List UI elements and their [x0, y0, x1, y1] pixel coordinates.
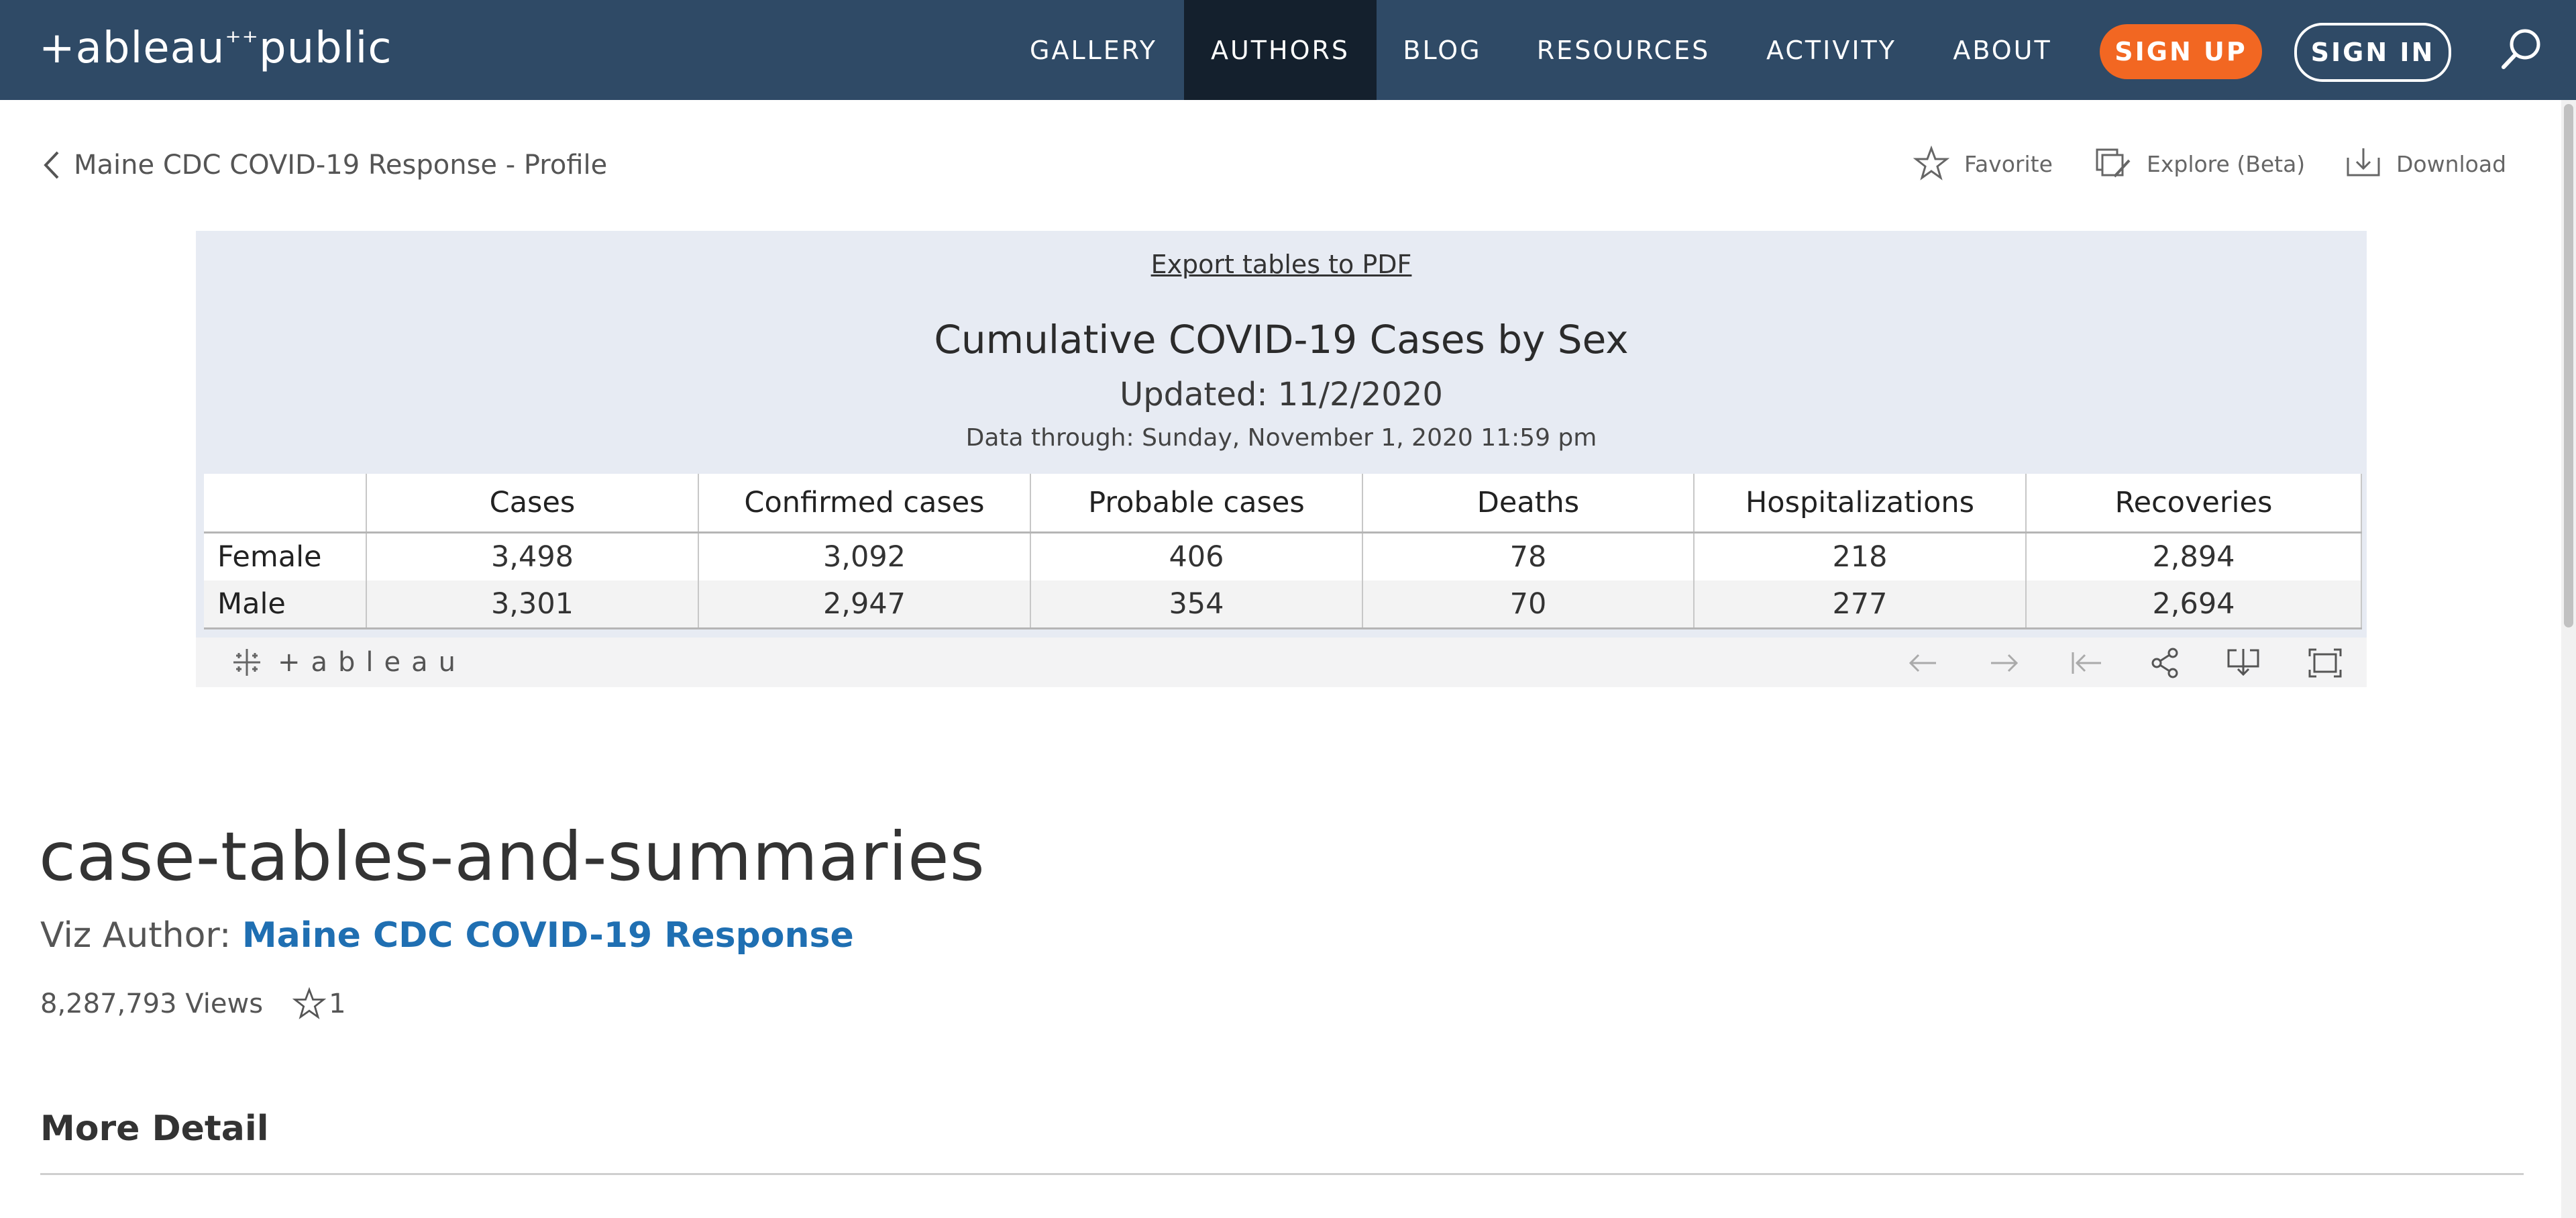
- sign-up-button[interactable]: SIGN UP: [2100, 24, 2262, 79]
- author-link[interactable]: Maine CDC COVID-19 Response: [242, 915, 854, 956]
- undo-arrow-icon[interactable]: [1904, 644, 1941, 682]
- redo-arrow-icon[interactable]: [1986, 644, 2023, 682]
- nav-item-label: ACTIVITY: [1766, 35, 1896, 65]
- viz-toolbar: +ableau: [196, 638, 2367, 687]
- explore-edit-icon: [2096, 148, 2131, 178]
- column-header: Confirmed cases: [698, 474, 1031, 534]
- table-cell: 218: [1694, 532, 2027, 580]
- column-header: [204, 474, 367, 534]
- fullscreen-icon[interactable]: [2306, 644, 2344, 682]
- logo-text-public: public: [258, 23, 392, 73]
- author-prefix: Viz Author:: [40, 915, 242, 956]
- column-header: Recoveries: [2026, 474, 2362, 534]
- nav-item-resources[interactable]: RESOURCES: [1523, 0, 1724, 100]
- table-cell: 3,301: [366, 580, 699, 629]
- download-button[interactable]: Download: [2345, 144, 2506, 184]
- sign-in-label: SIGN IN: [2310, 38, 2435, 67]
- logo-text-tableau: +ableau: [39, 23, 225, 73]
- tableau-public-logo[interactable]: +ableau ⁺⁺ public: [39, 15, 392, 82]
- viz-stats: 8,287,793 Views 1: [40, 985, 346, 1023]
- nav-item-label: RESOURCES: [1536, 35, 1711, 65]
- viz-name-heading: case-tables-and-summaries: [39, 817, 985, 896]
- star-icon: [292, 987, 327, 1019]
- download-label: Download: [2396, 150, 2507, 177]
- column-header: Probable cases: [1030, 474, 1363, 534]
- download-icon[interactable]: [2224, 644, 2262, 682]
- nav-item-label: ABOUT: [1953, 35, 2052, 65]
- table-header-row: Cases Confirmed cases Probable cases Dea…: [204, 474, 2362, 534]
- star-icon: [1913, 146, 1949, 181]
- table-row: Male 3,301 2,947 354 70 277 2,694: [204, 580, 2362, 629]
- back-to-profile-link[interactable]: Maine CDC COVID-19 Response - Profile: [43, 145, 607, 185]
- search-icon[interactable]: [2496, 24, 2546, 75]
- revert-icon[interactable]: [2068, 644, 2105, 682]
- back-link-label: Maine CDC COVID-19 Response - Profile: [74, 150, 608, 181]
- tableau-cross-icon: [233, 649, 260, 676]
- favorites-count[interactable]: 1: [292, 987, 346, 1021]
- table-cell: 3,498: [366, 532, 699, 580]
- explore-label: Explore (Beta): [2147, 150, 2306, 177]
- favorites-number: 1: [329, 988, 346, 1019]
- nav-item-label: AUTHORS: [1210, 35, 1350, 65]
- table-cell: 277: [1694, 580, 2027, 629]
- nav-item-gallery[interactable]: GALLERY: [1006, 0, 1181, 100]
- table-cell: 70: [1362, 580, 1695, 629]
- views-count: 8,287,793 Views: [40, 988, 264, 1019]
- row-label: Female: [204, 532, 367, 580]
- table-cell: 406: [1030, 532, 1363, 580]
- viz-title: Cumulative COVID-19 Cases by Sex: [934, 317, 1629, 362]
- explore-beta-button[interactable]: Explore (Beta): [2094, 144, 2305, 184]
- table-row: Female 3,498 3,092 406 78 218 2,894: [204, 532, 2362, 580]
- export-pdf-label[interactable]: Export tables to PDF: [1151, 250, 1412, 279]
- share-icon[interactable]: [2147, 644, 2184, 682]
- table-cell: 354: [1030, 580, 1363, 629]
- sign-up-label: SIGN UP: [2114, 37, 2247, 66]
- top-navigation-bar: +ableau ⁺⁺ public GALLERY AUTHORS BLOG R…: [0, 0, 2576, 100]
- column-header: Cases: [366, 474, 699, 534]
- embedded-viz: Export tables to PDF Cumulative COVID-19…: [196, 231, 2367, 687]
- viz-data-through: Data through: Sunday, November 1, 2020 1…: [965, 424, 1597, 452]
- nav-item-label: BLOG: [1403, 35, 1482, 65]
- download-icon: [2347, 148, 2380, 176]
- divider: [40, 1173, 2524, 1175]
- toolbar-logo-text: +ableau: [278, 647, 467, 678]
- export-pdf-link[interactable]: Export tables to PDF: [196, 250, 2367, 279]
- table-cell: 2,894: [2026, 532, 2362, 580]
- more-detail-heading: More Detail: [40, 1109, 269, 1149]
- nav-item-authors[interactable]: AUTHORS: [1184, 0, 1377, 100]
- table-cell: 78: [1362, 532, 1695, 580]
- chevron-left-icon: [44, 151, 59, 179]
- favorite-button[interactable]: Favorite: [1913, 144, 2053, 184]
- nav-item-blog[interactable]: BLOG: [1382, 0, 1503, 100]
- cases-by-sex-table: Cases Confirmed cases Probable cases Dea…: [204, 474, 2362, 629]
- column-header: Deaths: [1362, 474, 1695, 534]
- nav-item-activity[interactable]: ACTIVITY: [1744, 0, 1919, 100]
- column-header: Hospitalizations: [1694, 474, 2027, 534]
- table-cell: 2,947: [698, 580, 1031, 629]
- table-cell: 2,694: [2026, 580, 2362, 629]
- favorite-label: Favorite: [1964, 150, 2053, 177]
- scrollbar-thumb[interactable]: [2564, 104, 2573, 627]
- nav-item-label: GALLERY: [1030, 35, 1157, 65]
- nav-item-about[interactable]: ABOUT: [1939, 0, 2066, 100]
- tableau-toolbar-logo[interactable]: +ableau: [229, 644, 466, 680]
- sparkle-icon: ⁺⁺: [225, 23, 259, 60]
- row-label: Male: [204, 580, 367, 629]
- table-cell: 3,092: [698, 532, 1031, 580]
- sign-in-button[interactable]: SIGN IN: [2294, 23, 2451, 82]
- viz-updated-date: Updated: 11/2/2020: [1120, 376, 1443, 413]
- viz-author-line: Viz Author: Maine CDC COVID-19 Response: [40, 915, 854, 956]
